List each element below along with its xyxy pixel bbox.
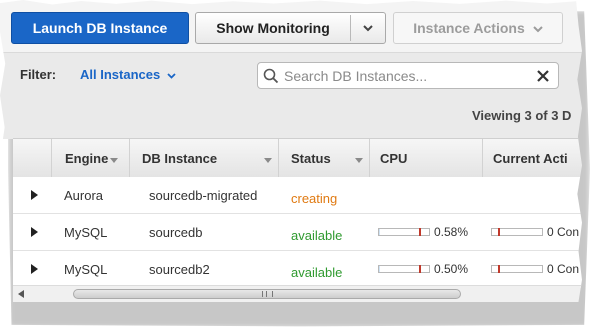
cpu-usage-fill — [379, 266, 380, 272]
viewing-count: Viewing 3 of 3 D — [472, 108, 572, 123]
clear-search-icon[interactable] — [536, 69, 550, 83]
chevron-down-icon[interactable] — [351, 24, 385, 32]
table-row[interactable]: Aurora sourcedb-migrated creating — [13, 177, 582, 214]
table-row[interactable]: MySQL sourcedb available 0.58% 0 Con — [13, 214, 582, 251]
cpu-cell: 0.50% — [378, 251, 468, 287]
column-header-status[interactable]: Status — [278, 139, 369, 177]
cpu-usage-marker — [419, 228, 421, 236]
column-header-label: Engine — [65, 150, 109, 166]
grip-icon — [261, 291, 273, 297]
scroll-left-icon[interactable] — [15, 288, 27, 300]
cpu-usage-bar — [378, 265, 430, 273]
table-row[interactable]: MySQL sourcedb2 available 0.50% 0 Con — [13, 251, 582, 288]
cpu-value: 0.58% — [434, 225, 469, 239]
sort-caret-icon — [110, 151, 119, 166]
db-instance-cell: sourcedb-migrated — [149, 187, 258, 203]
expand-row-icon[interactable] — [31, 214, 38, 250]
search-icon — [258, 68, 284, 84]
instance-filter-dropdown[interactable]: All Instances — [80, 67, 176, 82]
activity-marker — [498, 265, 500, 273]
status-cell: available — [291, 227, 343, 243]
expander-column-header — [13, 139, 51, 177]
activity-value: 0 Con — [547, 262, 580, 276]
column-header-db-instance[interactable]: DB Instance — [129, 139, 278, 177]
cpu-value: 0.50% — [434, 262, 469, 276]
column-header-cpu[interactable]: CPU — [369, 139, 482, 177]
activity-cell: 0 Con — [491, 251, 579, 287]
expand-row-icon[interactable] — [31, 251, 38, 287]
launch-db-instance-button[interactable]: Launch DB Instance — [11, 12, 189, 44]
launch-db-instance-label: Launch DB Instance — [32, 20, 168, 36]
cpu-usage-bar — [378, 228, 430, 236]
scrollbar-thumb[interactable] — [73, 289, 461, 299]
chevron-down-icon — [533, 20, 543, 36]
rds-console-panel: Launch DB Instance Show Monitoring Insta… — [0, 0, 582, 317]
engine-cell: MySQL — [64, 261, 108, 277]
search-input[interactable] — [284, 67, 524, 84]
engine-cell: MySQL — [64, 224, 108, 240]
chevron-down-icon — [167, 67, 176, 82]
search-box — [257, 62, 559, 89]
show-monitoring-button[interactable]: Show Monitoring — [195, 12, 386, 44]
column-header-label: CPU — [380, 150, 408, 166]
activity-bar — [491, 265, 543, 273]
sort-caret-icon — [264, 151, 272, 166]
show-monitoring-label: Show Monitoring — [216, 20, 330, 36]
instance-actions-label: Instance Actions — [413, 20, 525, 36]
activity-marker — [498, 228, 500, 236]
horizontal-scrollbar[interactable] — [13, 285, 582, 302]
db-instance-cell: sourcedb2 — [149, 261, 210, 277]
table-header: Engine DB Instance Status CPU Current Ac… — [13, 138, 582, 178]
db-instance-cell: sourcedb — [149, 224, 203, 240]
column-header-label: Current Acti — [493, 150, 568, 166]
filter-label: Filter: — [20, 67, 57, 82]
activity-cell: 0 Con — [491, 214, 579, 250]
column-header-engine[interactable]: Engine — [51, 139, 129, 177]
cpu-usage-marker — [419, 265, 421, 273]
sort-caret-icon — [355, 151, 363, 166]
status-cell: creating — [291, 190, 338, 206]
activity-value: 0 Con — [547, 225, 580, 239]
column-header-label: DB Instance — [142, 150, 218, 166]
toolbar: Launch DB Instance Show Monitoring Insta… — [0, 0, 582, 52]
filter-selected-value: All Instances — [80, 67, 161, 82]
column-header-current-activity[interactable]: Current Acti — [482, 139, 582, 177]
expand-row-icon[interactable] — [31, 177, 38, 213]
engine-cell: Aurora — [64, 187, 104, 203]
cpu-cell: 0.58% — [378, 214, 468, 250]
instance-actions-button[interactable]: Instance Actions — [393, 12, 563, 44]
activity-bar — [491, 228, 543, 236]
cpu-usage-fill — [379, 229, 380, 235]
column-header-label: Status — [291, 150, 331, 166]
filter-bar: Filter: All Instances Viewing 3 of 3 D — [0, 52, 582, 139]
